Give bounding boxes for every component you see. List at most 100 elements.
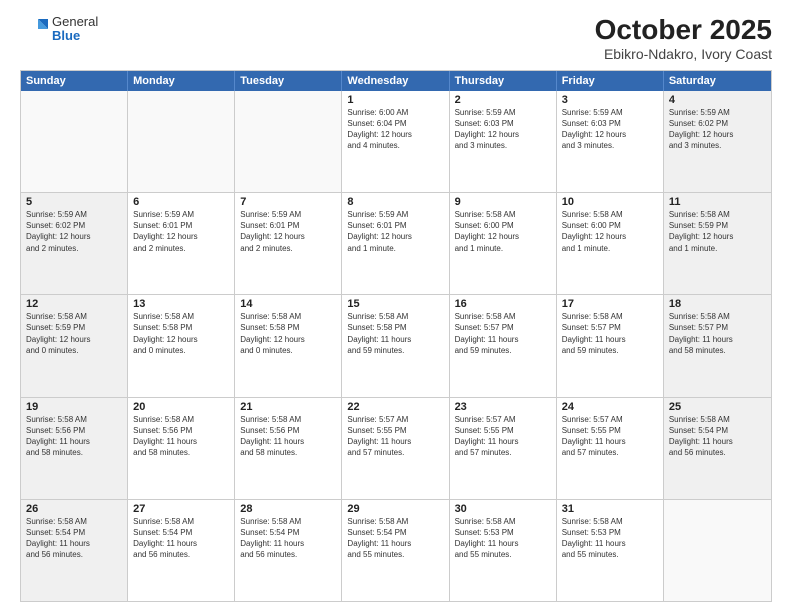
calendar-cell: 16Sunrise: 5:58 AM Sunset: 5:57 PM Dayli… [450, 295, 557, 396]
cell-info: Sunrise: 5:58 AM Sunset: 6:00 PM Dayligh… [562, 209, 658, 254]
cell-info: Sunrise: 5:58 AM Sunset: 5:53 PM Dayligh… [455, 516, 551, 561]
calendar-cell: 19Sunrise: 5:58 AM Sunset: 5:56 PM Dayli… [21, 398, 128, 499]
cell-info: Sunrise: 5:59 AM Sunset: 6:01 PM Dayligh… [133, 209, 229, 254]
calendar-cell: 7Sunrise: 5:59 AM Sunset: 6:01 PM Daylig… [235, 193, 342, 294]
header-day-monday: Monday [128, 71, 235, 91]
calendar-cell: 30Sunrise: 5:58 AM Sunset: 5:53 PM Dayli… [450, 500, 557, 601]
day-number: 26 [26, 503, 122, 515]
logo-icon [20, 15, 48, 43]
header: General Blue October 2025 Ebikro-Ndakro,… [20, 15, 772, 62]
calendar-cell: 24Sunrise: 5:57 AM Sunset: 5:55 PM Dayli… [557, 398, 664, 499]
calendar-cell: 18Sunrise: 5:58 AM Sunset: 5:57 PM Dayli… [664, 295, 771, 396]
cell-info: Sunrise: 5:57 AM Sunset: 5:55 PM Dayligh… [347, 414, 443, 459]
cell-info: Sunrise: 5:59 AM Sunset: 6:03 PM Dayligh… [562, 107, 658, 152]
cell-info: Sunrise: 5:58 AM Sunset: 5:56 PM Dayligh… [133, 414, 229, 459]
day-number: 28 [240, 503, 336, 515]
cell-info: Sunrise: 5:59 AM Sunset: 6:02 PM Dayligh… [669, 107, 766, 152]
day-number: 2 [455, 94, 551, 106]
header-day-sunday: Sunday [21, 71, 128, 91]
cell-info: Sunrise: 5:58 AM Sunset: 5:59 PM Dayligh… [669, 209, 766, 254]
calendar-week-4: 19Sunrise: 5:58 AM Sunset: 5:56 PM Dayli… [21, 397, 771, 499]
calendar-subtitle: Ebikro-Ndakro, Ivory Coast [595, 46, 772, 62]
day-number: 13 [133, 298, 229, 310]
calendar-cell: 8Sunrise: 5:59 AM Sunset: 6:01 PM Daylig… [342, 193, 449, 294]
cell-info: Sunrise: 5:58 AM Sunset: 5:58 PM Dayligh… [240, 311, 336, 356]
cell-info: Sunrise: 5:59 AM Sunset: 6:01 PM Dayligh… [240, 209, 336, 254]
cell-info: Sunrise: 5:58 AM Sunset: 5:57 PM Dayligh… [455, 311, 551, 356]
calendar-cell: 29Sunrise: 5:58 AM Sunset: 5:54 PM Dayli… [342, 500, 449, 601]
calendar-cell: 17Sunrise: 5:58 AM Sunset: 5:57 PM Dayli… [557, 295, 664, 396]
cell-info: Sunrise: 5:57 AM Sunset: 5:55 PM Dayligh… [562, 414, 658, 459]
calendar-week-2: 5Sunrise: 5:59 AM Sunset: 6:02 PM Daylig… [21, 192, 771, 294]
cell-info: Sunrise: 5:58 AM Sunset: 5:58 PM Dayligh… [347, 311, 443, 356]
calendar-title: October 2025 [595, 15, 772, 46]
day-number: 15 [347, 298, 443, 310]
calendar-cell: 13Sunrise: 5:58 AM Sunset: 5:58 PM Dayli… [128, 295, 235, 396]
day-number: 24 [562, 401, 658, 413]
cell-info: Sunrise: 5:58 AM Sunset: 5:54 PM Dayligh… [669, 414, 766, 459]
calendar-week-3: 12Sunrise: 5:58 AM Sunset: 5:59 PM Dayli… [21, 294, 771, 396]
calendar-cell: 14Sunrise: 5:58 AM Sunset: 5:58 PM Dayli… [235, 295, 342, 396]
day-number: 19 [26, 401, 122, 413]
day-number: 3 [562, 94, 658, 106]
day-number: 6 [133, 196, 229, 208]
day-number: 23 [455, 401, 551, 413]
cell-info: Sunrise: 5:58 AM Sunset: 5:57 PM Dayligh… [562, 311, 658, 356]
day-number: 8 [347, 196, 443, 208]
header-day-tuesday: Tuesday [235, 71, 342, 91]
cell-info: Sunrise: 5:58 AM Sunset: 5:54 PM Dayligh… [347, 516, 443, 561]
cell-info: Sunrise: 5:58 AM Sunset: 5:54 PM Dayligh… [133, 516, 229, 561]
calendar-week-1: 1Sunrise: 6:00 AM Sunset: 6:04 PM Daylig… [21, 91, 771, 192]
calendar-cell: 20Sunrise: 5:58 AM Sunset: 5:56 PM Dayli… [128, 398, 235, 499]
day-number: 31 [562, 503, 658, 515]
day-number: 16 [455, 298, 551, 310]
day-number: 30 [455, 503, 551, 515]
cell-info: Sunrise: 5:58 AM Sunset: 5:58 PM Dayligh… [133, 311, 229, 356]
calendar-cell: 1Sunrise: 6:00 AM Sunset: 6:04 PM Daylig… [342, 91, 449, 192]
calendar-cell [235, 91, 342, 192]
calendar-week-5: 26Sunrise: 5:58 AM Sunset: 5:54 PM Dayli… [21, 499, 771, 601]
calendar-cell: 27Sunrise: 5:58 AM Sunset: 5:54 PM Dayli… [128, 500, 235, 601]
day-number: 14 [240, 298, 336, 310]
calendar-cell: 10Sunrise: 5:58 AM Sunset: 6:00 PM Dayli… [557, 193, 664, 294]
calendar-cell [128, 91, 235, 192]
cell-info: Sunrise: 6:00 AM Sunset: 6:04 PM Dayligh… [347, 107, 443, 152]
page: General Blue October 2025 Ebikro-Ndakro,… [0, 0, 792, 612]
logo-blue: Blue [52, 29, 98, 43]
cell-info: Sunrise: 5:58 AM Sunset: 5:53 PM Dayligh… [562, 516, 658, 561]
calendar-cell: 2Sunrise: 5:59 AM Sunset: 6:03 PM Daylig… [450, 91, 557, 192]
cell-info: Sunrise: 5:58 AM Sunset: 5:56 PM Dayligh… [26, 414, 122, 459]
cell-info: Sunrise: 5:57 AM Sunset: 5:55 PM Dayligh… [455, 414, 551, 459]
calendar-cell: 3Sunrise: 5:59 AM Sunset: 6:03 PM Daylig… [557, 91, 664, 192]
day-number: 25 [669, 401, 766, 413]
header-day-friday: Friday [557, 71, 664, 91]
calendar-cell: 26Sunrise: 5:58 AM Sunset: 5:54 PM Dayli… [21, 500, 128, 601]
day-number: 11 [669, 196, 766, 208]
day-number: 22 [347, 401, 443, 413]
calendar-body: 1Sunrise: 6:00 AM Sunset: 6:04 PM Daylig… [21, 91, 771, 601]
header-day-saturday: Saturday [664, 71, 771, 91]
day-number: 27 [133, 503, 229, 515]
cell-info: Sunrise: 5:58 AM Sunset: 5:54 PM Dayligh… [26, 516, 122, 561]
calendar: SundayMondayTuesdayWednesdayThursdayFrid… [20, 70, 772, 602]
day-number: 1 [347, 94, 443, 106]
day-number: 20 [133, 401, 229, 413]
header-day-wednesday: Wednesday [342, 71, 449, 91]
calendar-cell: 15Sunrise: 5:58 AM Sunset: 5:58 PM Dayli… [342, 295, 449, 396]
cell-info: Sunrise: 5:59 AM Sunset: 6:02 PM Dayligh… [26, 209, 122, 254]
day-number: 10 [562, 196, 658, 208]
logo-text: General Blue [52, 15, 98, 44]
calendar-cell: 11Sunrise: 5:58 AM Sunset: 5:59 PM Dayli… [664, 193, 771, 294]
calendar-cell [21, 91, 128, 192]
day-number: 29 [347, 503, 443, 515]
calendar-cell: 9Sunrise: 5:58 AM Sunset: 6:00 PM Daylig… [450, 193, 557, 294]
cell-info: Sunrise: 5:59 AM Sunset: 6:01 PM Dayligh… [347, 209, 443, 254]
cell-info: Sunrise: 5:58 AM Sunset: 5:57 PM Dayligh… [669, 311, 766, 356]
cell-info: Sunrise: 5:58 AM Sunset: 5:59 PM Dayligh… [26, 311, 122, 356]
calendar-cell: 4Sunrise: 5:59 AM Sunset: 6:02 PM Daylig… [664, 91, 771, 192]
day-number: 7 [240, 196, 336, 208]
calendar-cell: 25Sunrise: 5:58 AM Sunset: 5:54 PM Dayli… [664, 398, 771, 499]
day-number: 4 [669, 94, 766, 106]
logo-general: General [52, 15, 98, 29]
day-number: 5 [26, 196, 122, 208]
